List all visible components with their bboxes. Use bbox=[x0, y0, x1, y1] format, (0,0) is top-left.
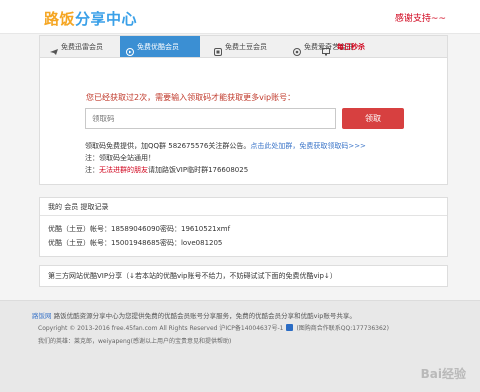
info-line-3-suffix: 请加路饭VIP临时群176608025 bbox=[148, 166, 249, 174]
contact-text: (图购商合作联系QQ:177736362) bbox=[296, 325, 389, 332]
footer-desc: 路饭网 路饭优酷资源分享中心为您提供免费的优酷会员账号分享服务，免费的优酷会员分… bbox=[32, 310, 356, 320]
tab-xunlei-label: 免费迅雷会员 bbox=[61, 43, 103, 51]
info-line-3-prefix: 注： bbox=[85, 166, 99, 174]
footer-desc-text: 路饭优酷资源分享中心为您提供免费的优酷会员账号分享服务，免费的优酷会员分享和优酷… bbox=[53, 312, 356, 320]
claim-code-input[interactable]: 领取码 bbox=[85, 108, 336, 129]
footer: 路饭网 路饭优酷资源分享中心为您提供免费的优酷会员账号分享服务，免费的优酷会员分… bbox=[0, 300, 480, 392]
thanks-link[interactable]: 感谢支持~~ bbox=[395, 11, 446, 24]
main-wrapper: 免费迅雷会员 免费优酷会员 免费土豆会员 免费爱奇艺会员 每日秒杀 您已经获取过… bbox=[39, 35, 448, 185]
paw-icon bbox=[286, 324, 294, 331]
info-line-3: 注：无法进群的朋友请加路饭VIP临时群176608025 bbox=[85, 164, 445, 176]
top-bar: 路饭分享中心 感谢支持~~ bbox=[0, 0, 480, 34]
tab-daily-deal[interactable]: 每日秒杀 bbox=[331, 36, 391, 58]
play-icon bbox=[126, 43, 134, 56]
tab-tudou[interactable]: 免费土豆会员 bbox=[208, 36, 286, 58]
records-title: 我的 会员 提取记录 bbox=[40, 198, 447, 216]
tudou-icon bbox=[214, 43, 222, 56]
tab-bar: 免费迅雷会员 免费优酷会员 免费土豆会员 免费爱奇艺会员 每日秒杀 bbox=[39, 35, 448, 58]
records-list: 优酷（土豆）帐号：18589046090密码：19610521xmf 优酷（土豆… bbox=[40, 216, 447, 250]
claim-info: 领取码免费提供，加QQ群 582675576关注群公告。点击此处加群，免费获取领… bbox=[85, 140, 445, 176]
tab-xunlei[interactable]: 免费迅雷会员 bbox=[44, 36, 116, 58]
list-item: 优酷（土豆）帐号：18589046090密码：19610521xmf bbox=[48, 225, 231, 233]
footer-brand-link[interactable]: 路饭网 bbox=[32, 312, 52, 320]
join-group-link[interactable]: 点击此处加群，免费获取领取码>>> bbox=[250, 142, 366, 150]
footer-credits: 我们的英雄：莱克郎，weiyapeng(感谢以上用户的宝贵意见和提供帮助) bbox=[38, 338, 232, 345]
records-box: 我的 会员 提取记录 优酷（土豆）帐号：18589046090密码：196105… bbox=[39, 197, 448, 257]
tab-deal-icon-holder bbox=[316, 36, 330, 58]
logo-part1: 路饭 bbox=[44, 10, 76, 28]
tab-tudou-label: 免费土豆会员 bbox=[225, 43, 267, 51]
third-party-title: 第三方网站优酷VIP分享（↓若本站的优酷vip账号不给力，不妨碍试试下面的免费优… bbox=[48, 272, 337, 280]
site-logo[interactable]: 路饭分享中心 bbox=[44, 8, 137, 29]
tab-youku[interactable]: 免费优酷会员 bbox=[120, 36, 200, 58]
info-line-1-text: 领取码免费提供，加QQ群 582675576关注群公告。 bbox=[85, 142, 251, 150]
claim-panel: 您已经获取过2次，需要输入领取码才能获取更多vip账号： 领取码 领取 领取码免… bbox=[39, 57, 448, 185]
info-line-2: 注：领取码全站通用！ bbox=[85, 154, 155, 162]
monitor-icon bbox=[322, 43, 330, 56]
footer-copyright: Copyright © 2013-2016 free.45fan.com All… bbox=[38, 323, 389, 332]
logo-part2: 分享中心 bbox=[75, 10, 138, 28]
info-line-1: 领取码免费提供，加QQ群 582675576关注群公告。点击此处加群，免费获取领… bbox=[85, 140, 445, 152]
plane-icon bbox=[50, 43, 58, 55]
iqiyi-icon bbox=[293, 43, 301, 56]
watermark: Bai经验 bbox=[420, 367, 466, 381]
tab-daily-deal-label: 每日秒杀 bbox=[337, 43, 365, 51]
claim-button[interactable]: 领取 bbox=[342, 108, 404, 129]
tab-youku-label: 免费优酷会员 bbox=[137, 43, 179, 51]
claim-notice: 您已经获取过2次，需要输入领取码才能获取更多vip账号： bbox=[86, 93, 296, 102]
copyright-text: Copyright © 2013-2016 free.45fan.com All… bbox=[38, 325, 284, 332]
info-line-3-highlight: 无法进群的朋友 bbox=[99, 166, 148, 174]
list-item: 优酷（土豆）帐号：15001948685密码：love081205 bbox=[48, 239, 223, 247]
third-party-box: 第三方网站优酷VIP分享（↓若本站的优酷vip账号不给力，不妨碍试试下面的免费优… bbox=[39, 265, 448, 287]
